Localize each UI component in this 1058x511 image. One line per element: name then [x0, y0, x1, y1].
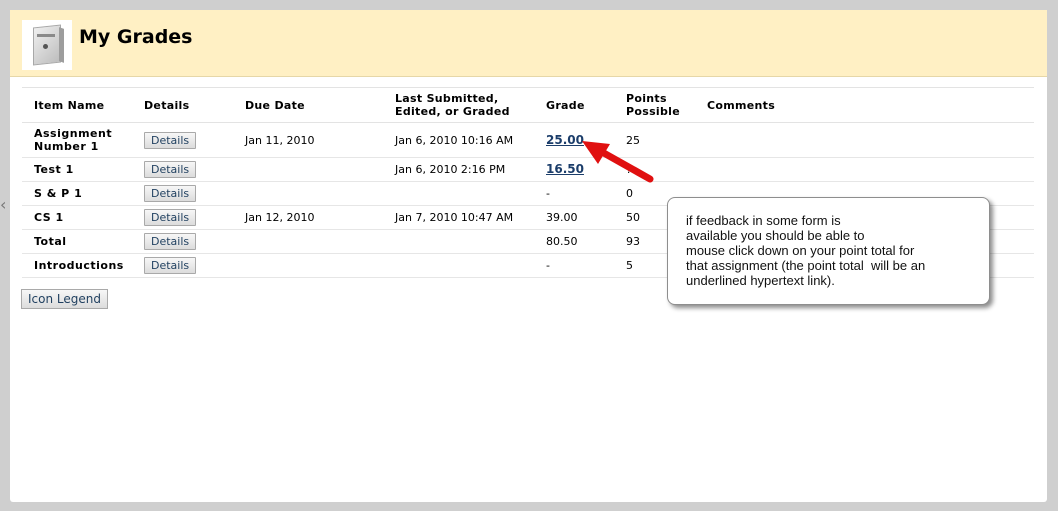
details-button[interactable]: Details	[144, 209, 197, 226]
details-button[interactable]: Details	[144, 233, 197, 250]
callout-line: that assignment (the point total will be…	[686, 258, 926, 273]
col-comments: Comments	[695, 87, 1034, 123]
last-submitted: Jan 7, 2010 10:47 AM	[383, 205, 534, 230]
col-grade: Grade	[534, 87, 614, 123]
item-name: Assignment Number 1	[22, 122, 132, 158]
grade-value: -	[534, 253, 614, 278]
icon-legend-button[interactable]: Icon Legend	[21, 289, 108, 309]
callout-line: underlined hypertext link).	[686, 273, 835, 288]
callout-line: available you should be able to	[686, 228, 865, 243]
last-submitted	[383, 181, 534, 206]
feedback-callout: if feedback in some form is available yo…	[667, 197, 990, 305]
item-name: S & P 1	[22, 181, 132, 206]
details-button[interactable]: Details	[144, 257, 197, 274]
last-submitted	[383, 229, 534, 254]
due-date	[233, 181, 383, 206]
details-button[interactable]: Details	[144, 131, 197, 149]
table-header-row: Item Name Details Due Date Last Submitte…	[22, 87, 1034, 123]
grade-link[interactable]: 25.00	[546, 133, 584, 147]
col-points-possible: Points Possible	[614, 87, 695, 123]
grade-book-icon	[22, 20, 72, 70]
comments	[695, 122, 1034, 158]
page-title: My Grades	[79, 26, 193, 48]
grade-link[interactable]: 16.50	[546, 162, 584, 176]
due-date	[233, 229, 383, 254]
page-header: My Grades	[10, 10, 1047, 77]
due-date: Jan 11, 2010	[233, 122, 383, 158]
details-button[interactable]: Details	[144, 161, 197, 178]
due-date: Jan 12, 2010	[233, 205, 383, 230]
due-date	[233, 157, 383, 182]
grade-value: 39.00	[534, 205, 614, 230]
item-name: Introductions	[22, 253, 132, 278]
left-chevron-icon[interactable]: ‹	[0, 195, 6, 214]
item-name: Test 1	[22, 157, 132, 182]
col-due-date: Due Date	[233, 87, 383, 123]
last-submitted	[383, 253, 534, 278]
table-row: Test 1 Details Jan 6, 2010 2:16 PM 16.50…	[22, 157, 1034, 182]
col-last-submitted: Last Submitted, Edited, or Graded	[383, 87, 534, 123]
table-row: Assignment Number 1 Details Jan 11, 2010 …	[22, 122, 1034, 158]
callout-line: if feedback in some form is	[686, 213, 841, 228]
details-button[interactable]: Details	[144, 185, 197, 202]
item-name: Total	[22, 229, 132, 254]
comments	[695, 157, 1034, 182]
last-submitted: Jan 6, 2010 10:16 AM	[383, 122, 534, 158]
due-date	[233, 253, 383, 278]
item-name: CS 1	[22, 205, 132, 230]
grade-value: 80.50	[534, 229, 614, 254]
last-submitted: Jan 6, 2010 2:16 PM	[383, 157, 534, 182]
red-arrow-icon	[582, 141, 654, 183]
col-item-name: Item Name	[22, 87, 132, 123]
col-details: Details	[132, 87, 233, 123]
callout-line: mouse click down on your point total for	[686, 243, 915, 258]
